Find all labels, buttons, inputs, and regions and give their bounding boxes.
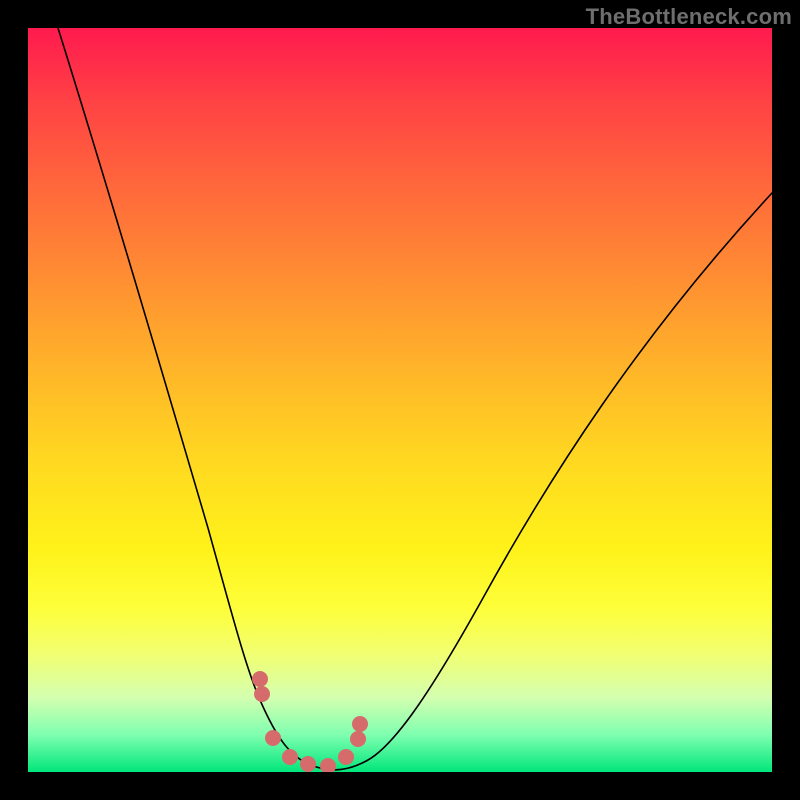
curve-right — [333, 193, 772, 770]
watermark-text: TheBottleneck.com — [586, 4, 792, 30]
bottleneck-curve — [28, 28, 772, 772]
chart-plot-area — [28, 28, 772, 772]
curve-left — [58, 28, 333, 770]
data-beads — [252, 671, 368, 772]
